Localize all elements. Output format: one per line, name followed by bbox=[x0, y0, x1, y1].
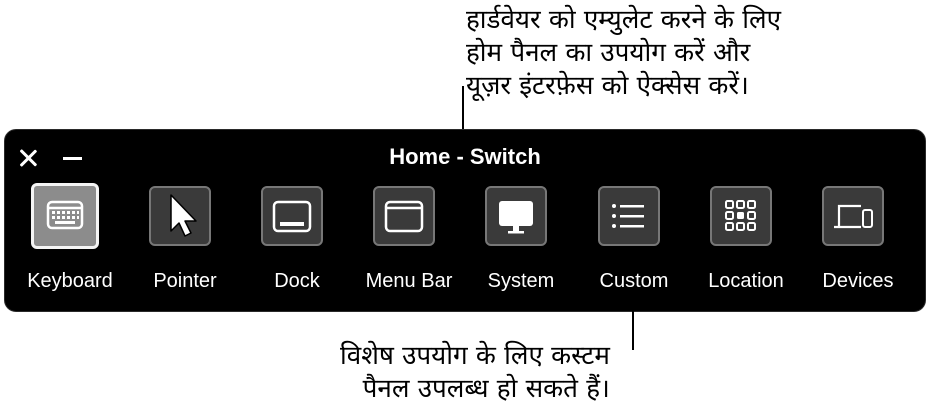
callout-line: हार्डवेयर को एम्युलेट करने के लिए bbox=[466, 5, 782, 35]
monitor-icon bbox=[499, 201, 533, 234]
callout-line: पैनल उपलब्ध हो सकते हैं। bbox=[362, 374, 610, 404]
dock-icon bbox=[272, 200, 312, 233]
home-switch-panel: Home - Switch Keyboard Pointer Dock Menu… bbox=[4, 129, 926, 312]
keyboard-icon bbox=[46, 200, 84, 230]
callout-custom-panels: विशेष उपयोग के लिए कस्टम पैनल उपलब्ध हो … bbox=[340, 340, 610, 406]
pointer-arrow-icon bbox=[170, 194, 197, 237]
system-button[interactable]: System bbox=[482, 186, 560, 296]
callout-leader-line bbox=[632, 310, 634, 350]
devices-icon bbox=[834, 204, 873, 229]
list-icon bbox=[612, 204, 644, 228]
callout-home-panel: हार्डवेयर को एम्युलेट करने के लिए होम पै… bbox=[466, 4, 781, 103]
menu-bar-button[interactable]: Menu Bar bbox=[366, 186, 452, 296]
callout-leader-line bbox=[462, 86, 464, 130]
grid-icon bbox=[725, 200, 756, 231]
location-button[interactable]: Location bbox=[707, 186, 785, 296]
panel-title: Home - Switch bbox=[389, 144, 541, 169]
callout-line: विशेष उपयोग के लिए कस्टम bbox=[340, 341, 610, 371]
dock-button[interactable]: Dock bbox=[258, 186, 336, 296]
menu-bar-icon bbox=[384, 200, 424, 233]
devices-label: Devices bbox=[822, 270, 894, 292]
callout-line: होम पैनल का उपयोग करें और bbox=[466, 38, 751, 68]
devices-button[interactable]: Devices bbox=[819, 186, 897, 296]
custom-button[interactable]: Custom bbox=[595, 186, 673, 296]
keyboard-button[interactable]: Keyboard bbox=[27, 183, 113, 296]
pointer-button[interactable]: Pointer bbox=[146, 186, 224, 296]
callout-line: यूज़र इंटरफ़ेस को ऐक्सेस करें। bbox=[466, 71, 749, 101]
